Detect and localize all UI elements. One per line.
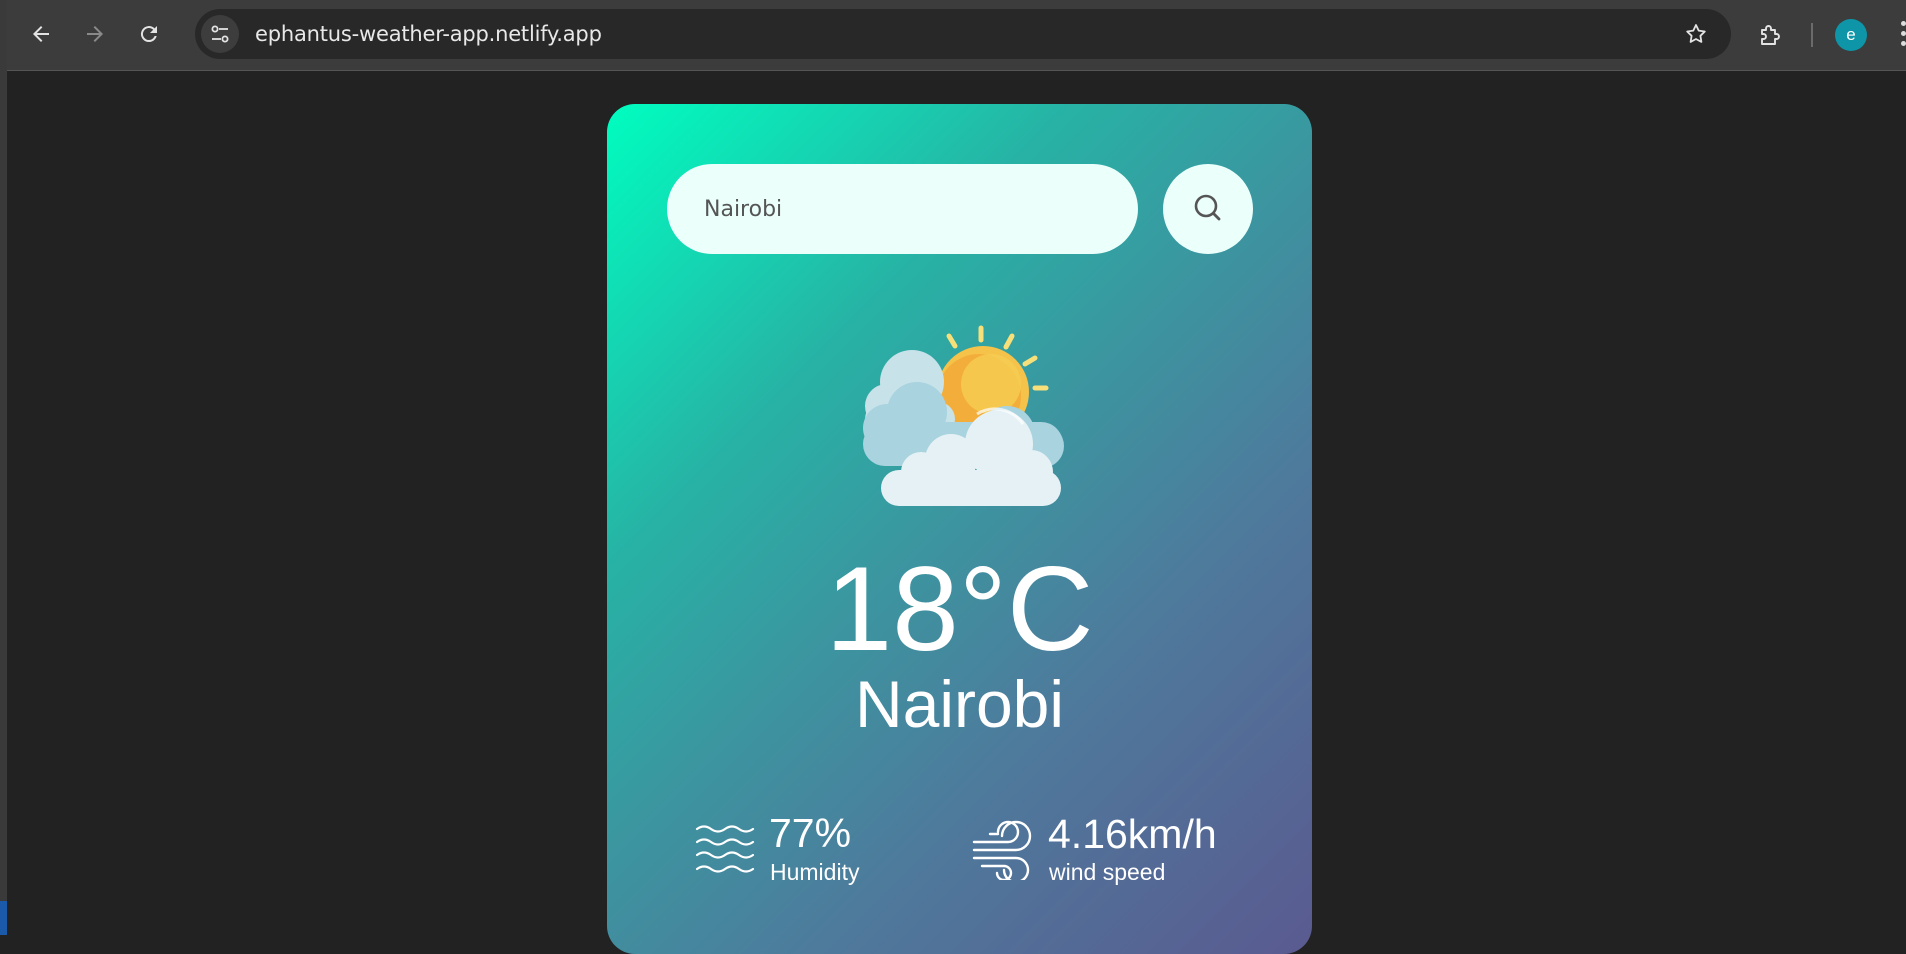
address-bar[interactable]: ephantus-weather-app.netlify.app bbox=[195, 9, 1731, 59]
browser-toolbar: ephantus-weather-app.netlify.app e bbox=[7, 0, 1906, 71]
arrow-right-icon bbox=[87, 26, 103, 42]
star-icon bbox=[1686, 24, 1706, 43]
taskbar-accent bbox=[0, 901, 7, 935]
wind-icon bbox=[972, 820, 1032, 880]
wind-speed-label: wind speed bbox=[1049, 859, 1166, 885]
url-text[interactable]: ephantus-weather-app.netlify.app bbox=[255, 23, 602, 45]
back-button[interactable] bbox=[21, 14, 61, 54]
window-left-edge bbox=[0, 0, 7, 935]
search-button[interactable] bbox=[1163, 164, 1253, 254]
temperature: 18°C bbox=[825, 542, 1094, 676]
reload-button[interactable] bbox=[129, 14, 169, 54]
arrow-left-icon bbox=[33, 26, 49, 42]
city-search-input[interactable] bbox=[667, 164, 1138, 254]
puzzle-icon bbox=[1761, 25, 1780, 45]
bookmark-button[interactable] bbox=[1683, 21, 1709, 47]
partly-cloudy-icon bbox=[863, 325, 1064, 506]
tune-icon bbox=[211, 25, 229, 43]
humidity-waves-icon bbox=[695, 825, 755, 873]
forward-button[interactable] bbox=[75, 14, 115, 54]
weather-card: 18°C Nairobi 77% Humidity 4.16km/h wind … bbox=[607, 104, 1312, 954]
extensions-button[interactable] bbox=[1752, 17, 1788, 53]
city-name: Nairobi bbox=[854, 667, 1065, 741]
profile-avatar[interactable]: e bbox=[1835, 19, 1867, 51]
humidity-label: Humidity bbox=[770, 859, 860, 885]
wind-speed-value: 4.16km/h bbox=[1048, 811, 1217, 857]
search-icon bbox=[1194, 194, 1221, 221]
browser-menu-button[interactable] bbox=[1895, 18, 1906, 52]
toolbar-separator bbox=[1811, 23, 1813, 47]
humidity-value: 77% bbox=[769, 810, 852, 856]
reload-icon bbox=[140, 26, 157, 43]
more-vert-icon bbox=[1895, 21, 1906, 46]
site-info-button[interactable] bbox=[201, 15, 239, 53]
